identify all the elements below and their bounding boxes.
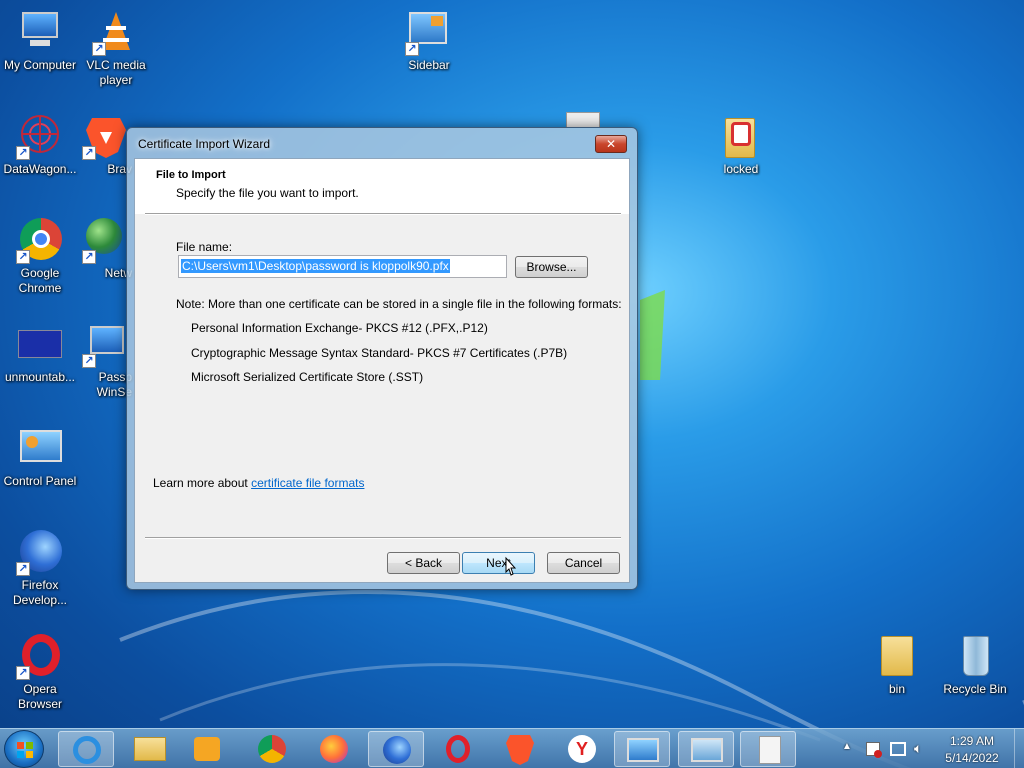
page-subtitle: Specify the file you want to import. [176,186,359,200]
taskbar-explorer[interactable] [122,731,178,767]
desktop-icon-locked[interactable]: locked [701,112,781,177]
chrome-icon: ↗ [16,216,64,264]
certificate-import-wizard-dialog: Certificate Import Wizard ✕ File to Impo… [126,127,638,590]
desktop-icon-unmountable[interactable]: unmountab... [0,320,80,385]
passport-winset-icon: ↗ [82,320,130,368]
opera-icon [446,735,470,763]
taskbar-firefox-dev[interactable] [368,731,424,767]
close-button[interactable]: ✕ [595,135,627,153]
bsod-image-icon [16,320,64,368]
firefox-developer-icon: ↗ [16,528,64,576]
taskbar: Y ▲ 🔈︎ 1:29 AM 5/14/2022 [0,728,1024,768]
format-item: Cryptographic Message Syntax Standard- P… [191,346,568,360]
page-title: File to Import [156,169,226,181]
formats-note: Note: More than one certificate can be s… [176,297,622,311]
taskbar-chrome[interactable] [244,731,300,767]
document-icon [566,112,600,128]
next-button[interactable]: Next [462,552,535,574]
learn-more-text: Learn more about certificate file format… [153,476,364,490]
document-icon [759,736,781,764]
firefox-dev-icon [383,736,411,764]
clock-date[interactable]: 5/14/2022 [936,751,1008,765]
header-divider [145,213,621,215]
format-item: Microsoft Serialized Certificate Store (… [191,370,424,384]
show-desktop-button[interactable] [1014,729,1024,768]
wizard-header: File to Import Specify the file you want… [135,159,629,214]
yandex-icon: Y [568,735,596,763]
back-button[interactable]: < Back [387,552,460,574]
chrome-icon [258,735,286,763]
computer-icon [16,8,64,56]
start-button[interactable] [4,730,44,768]
title-bar[interactable]: Certificate Import Wizard ✕ [127,128,637,158]
opera-icon: ↗ [16,632,64,680]
desktop-icon-firefox-dev[interactable]: ↗ Firefox Develop... [0,528,80,608]
desktop-icon-vlc[interactable]: ↗ VLC media player [76,8,156,88]
vlc-cone-icon: ↗ [92,8,140,56]
certificate-icon [691,738,723,762]
explorer-icon [134,737,166,761]
desktop-icon-recycle-bin[interactable]: Recycle Bin [935,632,1015,697]
taskbar-ie[interactable] [58,731,114,767]
desktop-icon-bin[interactable]: bin [857,632,937,697]
learn-more-prefix: Learn more about [153,476,248,490]
file-name-value: C:\Users\vm1\Desktop\password is kloppol… [181,259,450,273]
action-center-icon[interactable] [866,742,882,758]
folder-icon [873,632,921,680]
show-hidden-icons-icon[interactable]: ▲ [842,741,852,752]
cancel-button[interactable]: Cancel [547,552,620,574]
desktop-icon-opera[interactable]: ↗ Opera Browser [0,632,80,712]
network-globe-icon: ↗ [82,216,130,264]
taskbar-yandex[interactable]: Y [554,731,610,767]
file-name-label: File name: [176,240,233,254]
dialog-client-area: File to Import Specify the file you want… [134,158,630,583]
datawagon-icon: ↗ [16,112,64,160]
desktop-icon-my-computer[interactable]: My Computer [0,8,80,73]
file-name-input[interactable]: C:\Users\vm1\Desktop\password is kloppol… [178,255,507,278]
recycle-bin-icon [951,632,999,680]
desktop-icon-chrome[interactable]: ↗ Google Chrome [0,216,80,296]
taskbar-brave[interactable] [492,731,548,767]
firefox-icon [320,735,348,763]
folder-icon [717,112,765,160]
desktop-icon-datawagon[interactable]: ↗ DataWagon... [0,112,80,177]
taskbar-document[interactable] [740,731,796,767]
taskbar-control-panel[interactable] [614,731,670,767]
taskbar-certificate-manager[interactable] [678,731,734,767]
dialog-title: Certificate Import Wizard [138,137,271,151]
volume-icon[interactable]: 🔈︎ [914,740,922,757]
brave-lion-icon: ↗ [82,112,130,160]
certificate-formats-link[interactable]: certificate file formats [251,476,364,490]
ie-icon [73,736,101,764]
mouse-cursor-icon [505,556,516,576]
brave-icon [506,735,534,765]
desktop-icon-control-panel[interactable]: Control Panel [0,424,80,489]
clock-time[interactable]: 1:29 AM [936,734,1008,748]
taskbar-opera[interactable] [430,731,486,767]
desktop-icon-sidebar[interactable]: ↗ Sidebar [389,8,469,73]
browse-button[interactable]: Browse... [515,256,588,278]
sidebar-gadget-icon: ↗ [405,8,453,56]
format-item: Personal Information Exchange- PKCS #12 … [191,321,488,335]
footer-divider [145,537,621,539]
control-panel-icon [16,424,64,472]
media-player-icon [194,737,220,761]
control-panel-icon [627,738,659,762]
windows-logo-icon [17,742,33,758]
taskbar-media-player[interactable] [180,731,236,767]
network-icon[interactable] [890,742,906,756]
taskbar-firefox[interactable] [306,731,362,767]
close-icon: ✕ [605,137,617,151]
